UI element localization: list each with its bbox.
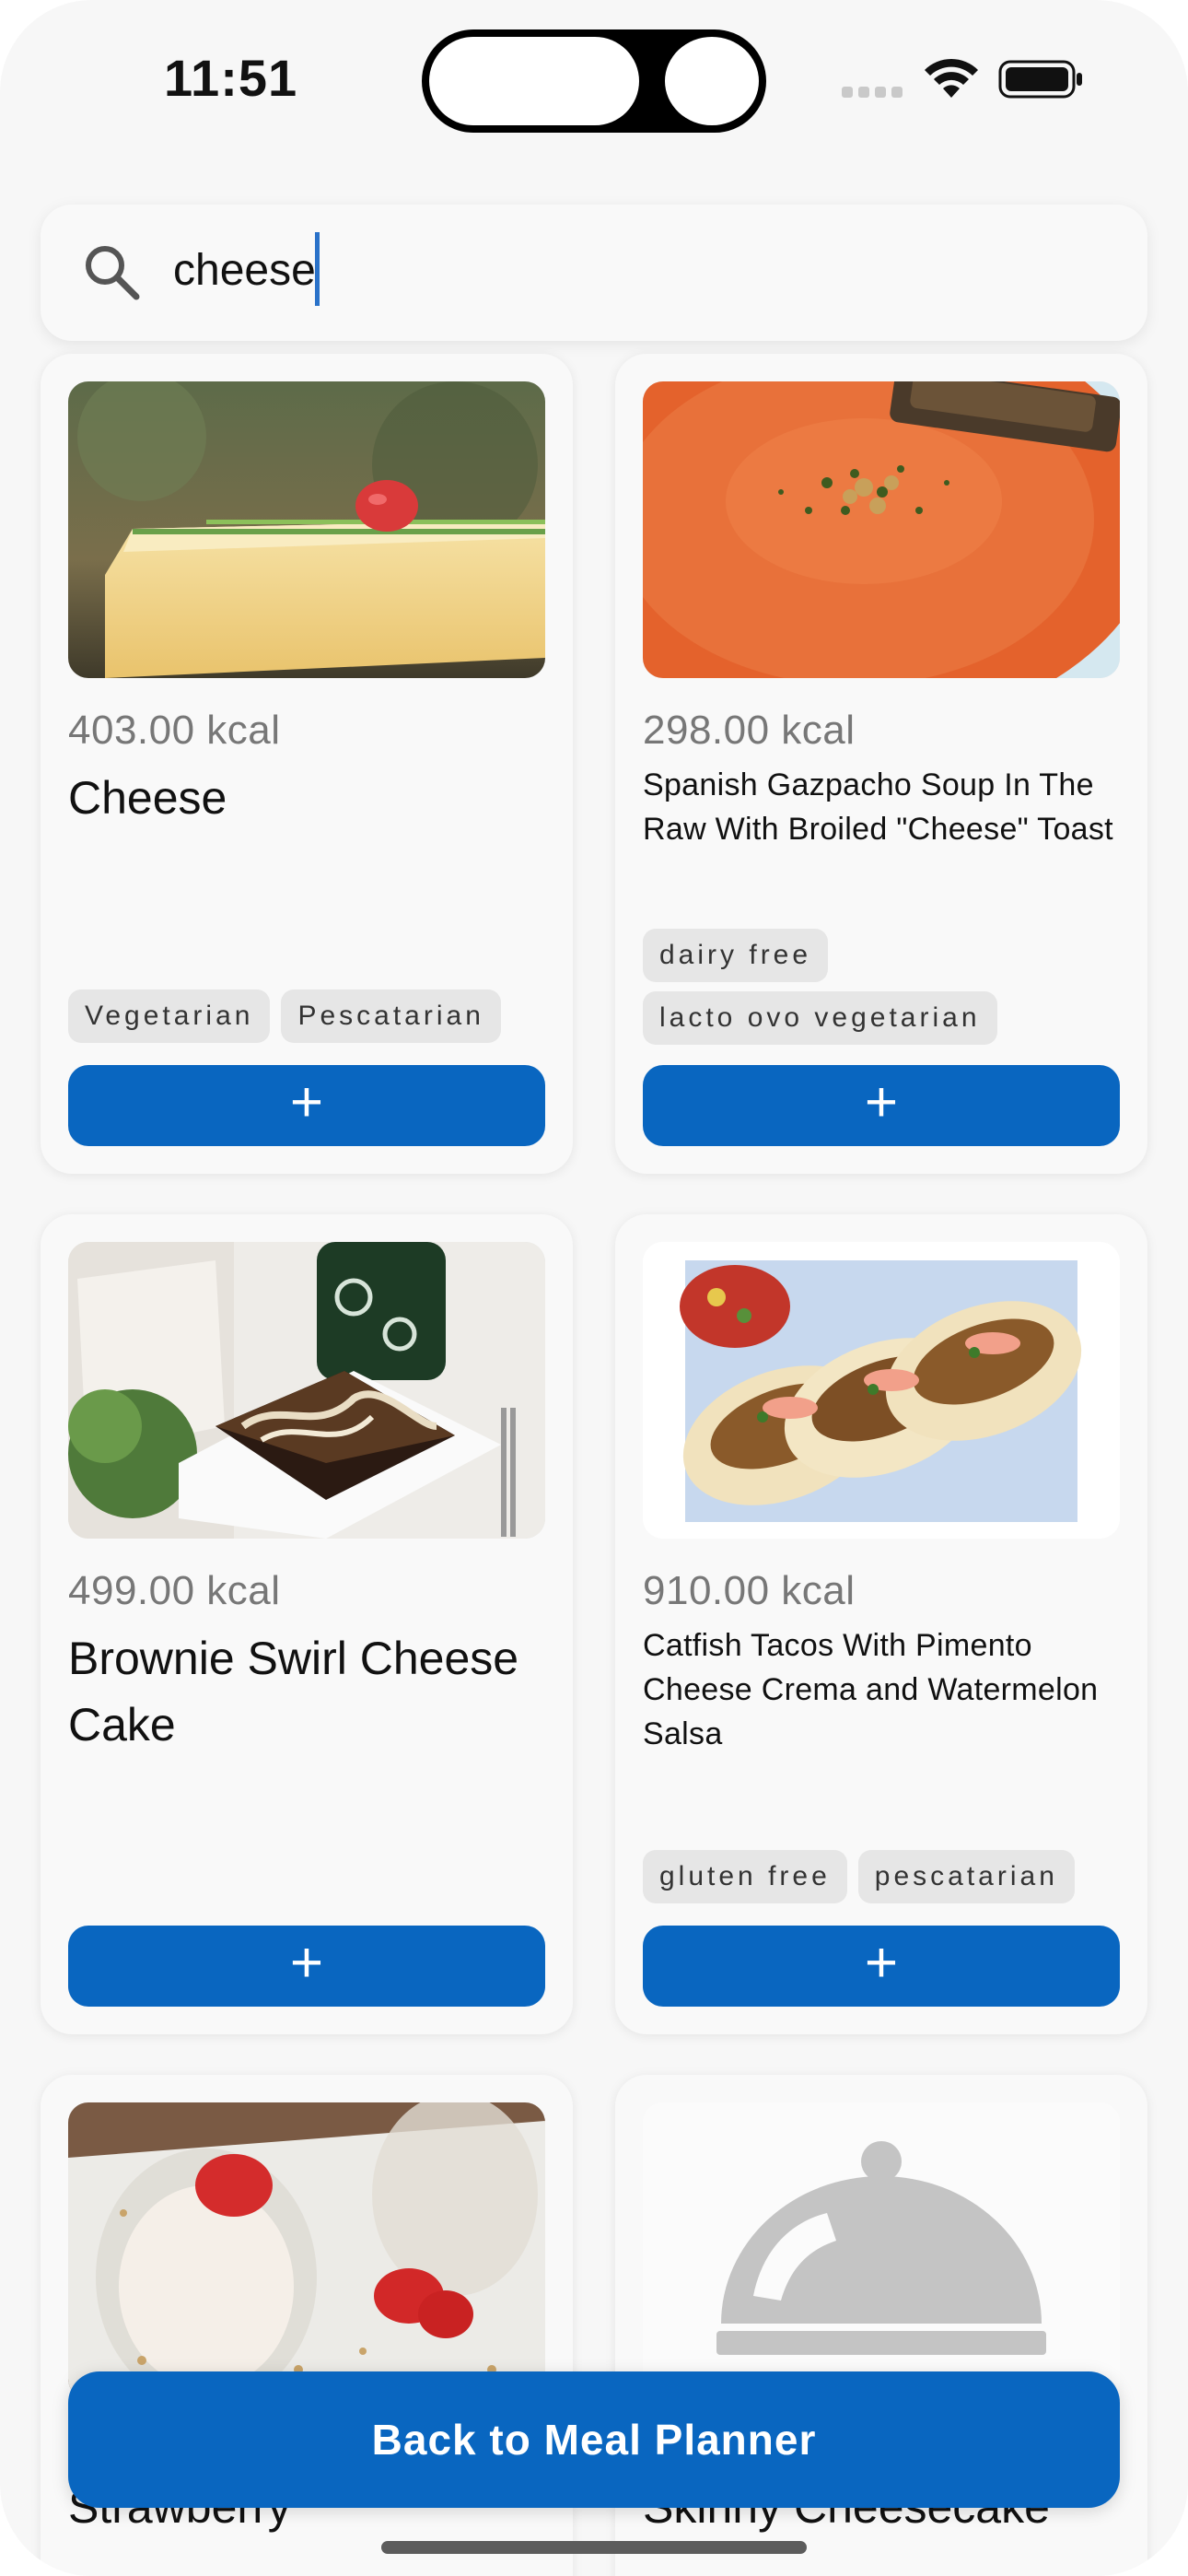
recipe-kcal: 499.00 kcal <box>68 1568 281 1613</box>
recipe-image-cheese <box>68 381 545 678</box>
recipe-image-gazpacho <box>643 381 1120 678</box>
home-indicator <box>381 2541 807 2554</box>
recipe-title: Brownie Swirl Cheese Cake <box>68 1633 519 1751</box>
diet-tag: Vegetarian <box>68 989 271 1043</box>
add-recipe-button[interactable]: + <box>68 1065 545 1146</box>
back-to-meal-planner-button[interactable]: Back to Meal Planner <box>68 2371 1120 2508</box>
recipe-image-strawberry <box>68 2102 545 2399</box>
search-input[interactable]: cheese <box>173 245 316 296</box>
recipe-image-brownie <box>68 1242 545 1539</box>
recipe-kcal: 298.00 kcal <box>643 708 856 753</box>
cellular-signal-icon <box>842 87 906 98</box>
dynamic-island <box>422 29 766 133</box>
diet-tag: dairy free <box>643 929 829 982</box>
recipe-kcal: 910.00 kcal <box>643 1568 856 1613</box>
recipe-card[interactable]: 403.00 kcal Cheese Vegetarian Pescataria… <box>41 354 573 1174</box>
text-caret <box>315 232 320 306</box>
search-bar[interactable]: cheese <box>41 205 1147 341</box>
recipe-tags: dairy free lacto ovo vegetarian <box>643 929 1131 1045</box>
diet-tag: Pescatarian <box>281 989 501 1043</box>
recipe-card[interactable]: 499.00 kcal Brownie Swirl Cheese Cake + <box>41 1214 573 2034</box>
diet-tag: gluten free <box>643 1850 847 1903</box>
add-recipe-button[interactable]: + <box>643 1926 1120 2007</box>
recipe-title: Cheese <box>68 772 227 824</box>
add-recipe-button[interactable]: + <box>643 1065 1120 1146</box>
status-time: 11:51 <box>164 49 298 107</box>
recipe-title: Spanish Gazpacho Soup In The Raw With Br… <box>643 767 1113 847</box>
app-screen: 11:51 cheese 403.00 kcal Cheese Vegetari… <box>0 0 1188 2576</box>
wifi-icon <box>925 58 978 98</box>
recipe-title: Catfish Tacos With Pimento Cheese Crema … <box>643 1628 1099 1751</box>
add-recipe-button[interactable]: + <box>68 1926 545 2007</box>
diet-tag: pescatarian <box>857 1850 1075 1903</box>
recipe-card[interactable]: 298.00 kcal Spanish Gazpacho Soup In The… <box>615 354 1147 1174</box>
recipe-kcal: 403.00 kcal <box>68 708 281 753</box>
recipe-tags: gluten free pescatarian <box>643 1850 1131 1903</box>
recipe-tags: Vegetarian Pescatarian <box>68 989 556 1043</box>
diet-tag: lacto ovo vegetarian <box>643 991 997 1045</box>
recipe-image-placeholder <box>643 2102 1120 2399</box>
recipe-image-catfish-tacos <box>643 1242 1120 1539</box>
search-icon <box>86 246 140 300</box>
battery-icon <box>998 60 1082 99</box>
recipe-card[interactable]: 910.00 kcal Catfish Tacos With Pimento C… <box>615 1214 1147 2034</box>
